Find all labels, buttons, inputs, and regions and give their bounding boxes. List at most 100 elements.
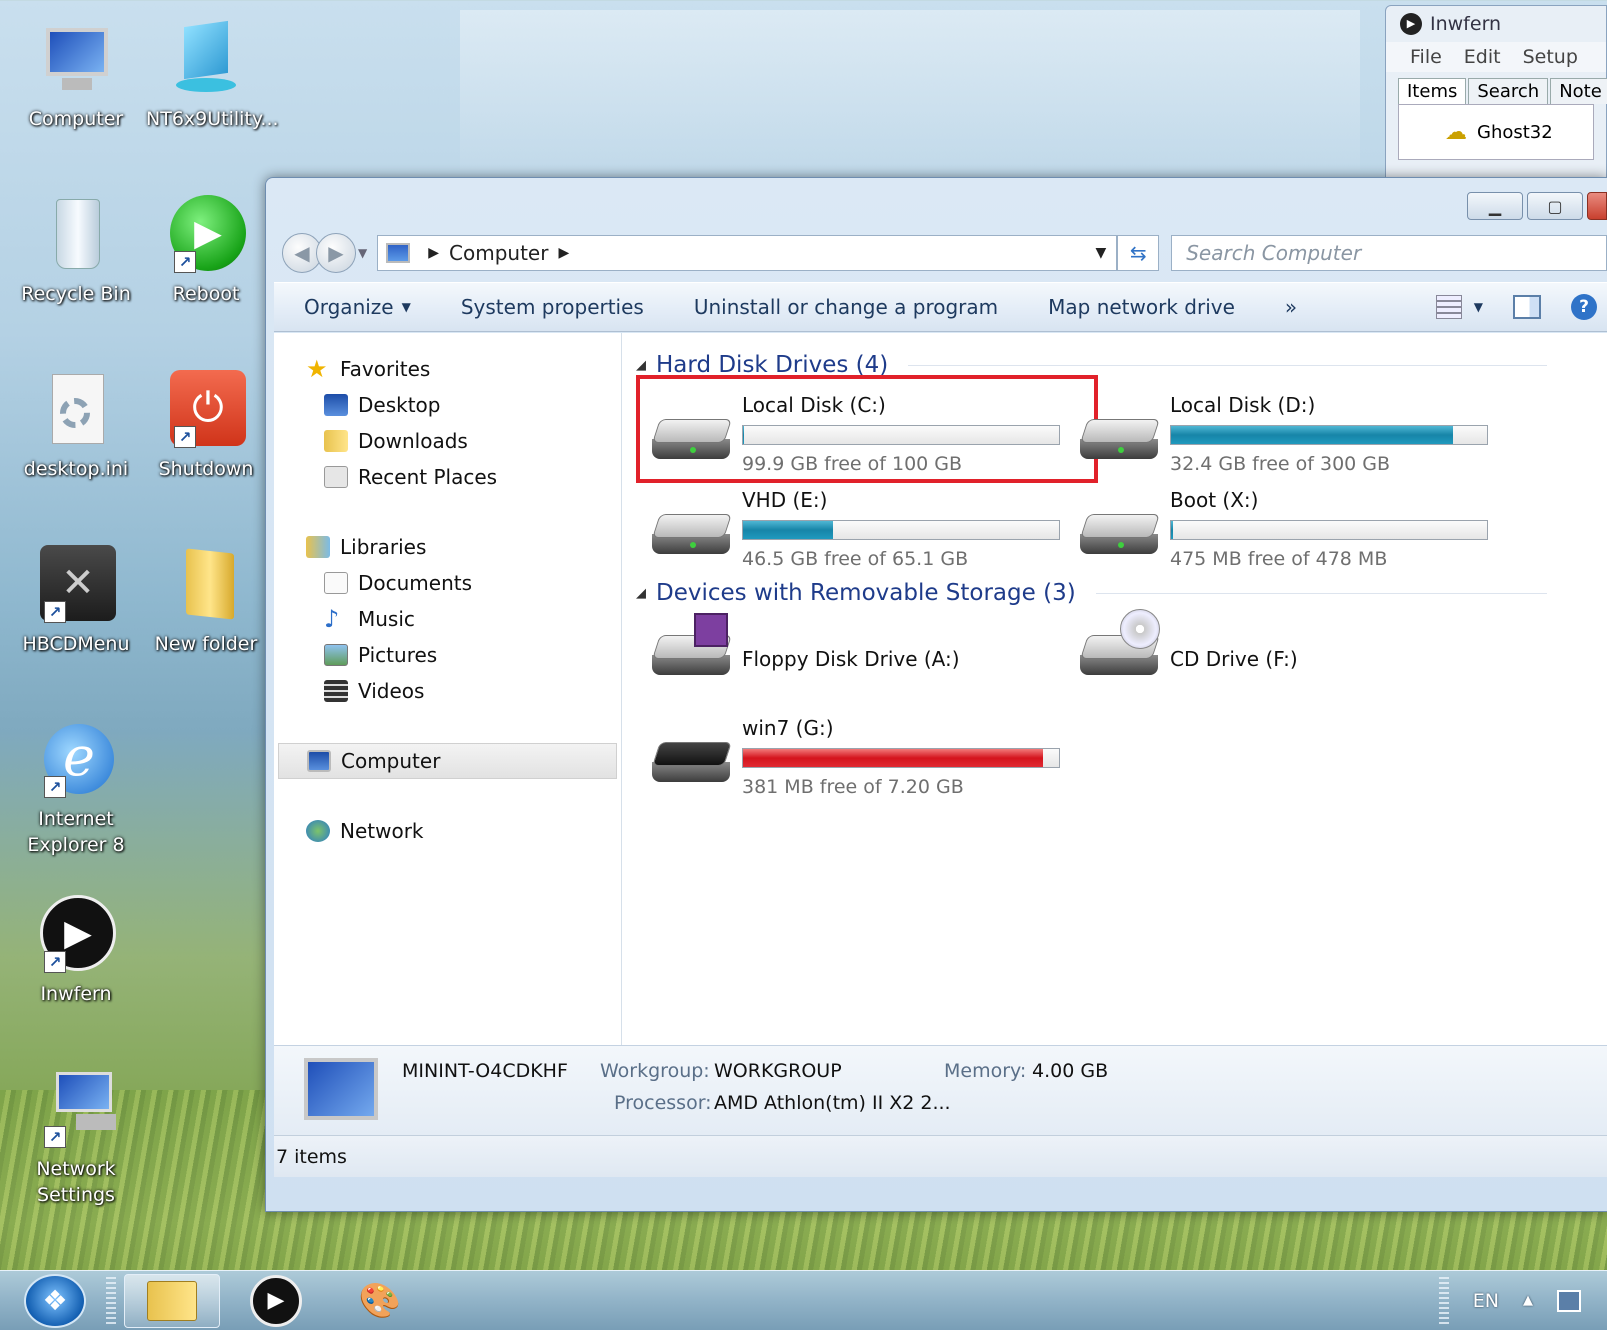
desktop-icon-reboot[interactable]: ▶ ↗ Reboot bbox=[146, 195, 266, 307]
nav-music[interactable]: ♪ Music bbox=[274, 601, 621, 637]
taskbar-explorer-button[interactable] bbox=[124, 1273, 220, 1328]
more-commands-button[interactable]: » bbox=[1255, 295, 1317, 319]
desktop-icon-shutdown[interactable]: ⏻ ↗ Shutdown bbox=[146, 370, 266, 482]
drive-free-space: 475 MB free of 478 MB bbox=[1170, 548, 1388, 570]
start-button[interactable]: ❖ bbox=[24, 1273, 86, 1328]
play-icon: ▶ bbox=[1400, 13, 1422, 35]
nav-libraries[interactable]: Libraries bbox=[274, 529, 621, 565]
desktop-icon-label: HBCDMenu bbox=[22, 633, 130, 655]
taskbar-grip[interactable] bbox=[106, 1276, 116, 1325]
show-hidden-icons-icon[interactable]: ▲ bbox=[1523, 1293, 1533, 1308]
minimize-icon: ▁ bbox=[1488, 196, 1502, 216]
nav-documents[interactable]: Documents bbox=[274, 565, 621, 601]
map-network-drive-button[interactable]: Map network drive bbox=[1018, 295, 1255, 319]
desktop-icon-nt6x9utility[interactable]: NT6x9Utility... bbox=[146, 20, 279, 132]
hard-drive-icon bbox=[652, 419, 732, 467]
nav-downloads[interactable]: Downloads bbox=[274, 423, 621, 459]
minimize-button[interactable]: ▁ bbox=[1467, 192, 1523, 220]
computer-icon bbox=[36, 20, 116, 100]
forward-button[interactable]: ▶ bbox=[316, 233, 356, 273]
inwfern-tab-items[interactable]: Items bbox=[1398, 78, 1467, 104]
windows-logo-icon: ❖ bbox=[42, 1284, 68, 1317]
drive-usage-bar bbox=[742, 425, 1060, 445]
search-input[interactable]: Search Computer bbox=[1171, 235, 1607, 271]
desktop-icon-label: Recycle Bin bbox=[21, 283, 131, 305]
drive-free-space: 46.5 GB free of 65.1 GB bbox=[742, 548, 969, 570]
system-tray: EN ▲ bbox=[1438, 1276, 1607, 1325]
nav-label: Network bbox=[340, 819, 424, 843]
nav-desktop[interactable]: Desktop bbox=[274, 387, 621, 423]
desktop-icon-computer[interactable]: Computer bbox=[16, 20, 136, 132]
inwfern-menu-edit[interactable]: Edit bbox=[1464, 46, 1501, 68]
refresh-button[interactable]: ⇆ bbox=[1117, 235, 1160, 271]
desktop-icon-internet-explorer[interactable]: e ↗ Internet Explorer 8 bbox=[16, 720, 136, 858]
nav-videos[interactable]: Videos bbox=[274, 673, 621, 709]
desktop-icon-hbcdmenu[interactable]: ✕ ↗ HBCDMenu bbox=[16, 545, 136, 657]
shortcut-arrow-icon: ↗ bbox=[174, 426, 196, 448]
hard-drive-icon bbox=[652, 514, 732, 562]
paint-palette-icon: 🎨 bbox=[358, 1280, 402, 1321]
change-view-button[interactable]: ▼ bbox=[1435, 295, 1483, 319]
desktop-icon-recycle-bin[interactable]: Recycle Bin bbox=[16, 195, 136, 307]
collapse-triangle-icon[interactable]: ◢ bbox=[636, 358, 646, 373]
help-icon[interactable]: ? bbox=[1571, 294, 1597, 320]
nav-pictures[interactable]: Pictures bbox=[274, 637, 621, 673]
play-icon: ▶ bbox=[250, 1274, 302, 1327]
desktop-icon-inwfern[interactable]: ▶ ↗ Inwfern bbox=[16, 895, 136, 1007]
system-properties-button[interactable]: System properties bbox=[431, 295, 664, 319]
network-status-icon[interactable] bbox=[1557, 1289, 1581, 1312]
explorer-window[interactable]: ▁ ▢ ◀ ▶ ▼ ▶ Computer ▶ ▼ ⇆ Search Comput… bbox=[265, 177, 1607, 1212]
inwfern-tab-note[interactable]: Note bbox=[1550, 78, 1607, 104]
taskbar-paint-button[interactable]: 🎨 bbox=[332, 1274, 428, 1328]
uninstall-program-button[interactable]: Uninstall or change a program bbox=[664, 295, 1018, 319]
inwfern-item-ghost32[interactable]: Ghost32 bbox=[1477, 122, 1553, 143]
desktop-icon-network-settings[interactable]: ↗ Network Settings bbox=[16, 1070, 136, 1208]
drive-d[interactable]: Local Disk (D:) 32.4 GB free of 300 GB bbox=[1080, 383, 1508, 478]
address-bar[interactable]: ▶ Computer ▶ ▼ bbox=[377, 235, 1118, 271]
drive-g[interactable]: win7 (G:) 381 MB free of 7.20 GB bbox=[652, 706, 1080, 801]
desktop-icon-new-folder[interactable]: New folder bbox=[146, 545, 266, 657]
computer-icon bbox=[307, 750, 331, 772]
collapse-triangle-icon[interactable]: ◢ bbox=[636, 586, 646, 601]
taskbar-inwfern-button[interactable]: ▶ bbox=[228, 1274, 324, 1328]
address-dropdown-icon[interactable]: ▼ bbox=[1095, 245, 1106, 261]
desktop-icon-label: Computer bbox=[28, 108, 124, 130]
refresh-icon: ⇆ bbox=[1129, 241, 1147, 265]
drive-e[interactable]: VHD (E:) 46.5 GB free of 65.1 GB bbox=[652, 478, 1080, 573]
inwfern-menu-setup[interactable]: Setup bbox=[1523, 46, 1578, 68]
inwfern-menu-file[interactable]: File bbox=[1410, 46, 1442, 68]
nav-recent-places[interactable]: Recent Places bbox=[274, 459, 621, 495]
breadcrumb-separator-icon[interactable]: ▶ bbox=[558, 245, 569, 261]
preview-pane-icon[interactable] bbox=[1513, 295, 1541, 319]
status-bar: 7 items bbox=[274, 1135, 1607, 1177]
nav-network[interactable]: Network bbox=[274, 813, 621, 849]
drive-usage-bar bbox=[742, 520, 1060, 540]
nav-computer[interactable]: Computer bbox=[278, 743, 617, 779]
organize-button[interactable]: Organize ▼ bbox=[274, 295, 431, 319]
star-icon: ★ bbox=[306, 355, 328, 383]
inwfern-tab-search[interactable]: Search bbox=[1468, 78, 1549, 104]
drive-x[interactable]: Boot (X:) 475 MB free of 478 MB bbox=[1080, 478, 1508, 573]
shortcut-arrow-icon: ↗ bbox=[44, 601, 66, 623]
drive-name: Boot (X:) bbox=[1170, 488, 1259, 512]
breadcrumb-separator-icon[interactable]: ▶ bbox=[428, 245, 439, 261]
group-header-removable-storage[interactable]: ◢ Devices with Removable Storage (3) bbox=[636, 575, 1607, 611]
maximize-button[interactable]: ▢ bbox=[1527, 192, 1583, 220]
desktop-icon-desktop-ini[interactable]: desktop.ini bbox=[16, 370, 136, 482]
floppy-drive-icon bbox=[652, 612, 732, 683]
language-indicator[interactable]: EN bbox=[1473, 1290, 1499, 1312]
explorer-content: ★ Favorites Desktop Downloads Recent Plac… bbox=[274, 333, 1607, 1045]
close-button[interactable] bbox=[1587, 192, 1607, 220]
breadcrumb-computer[interactable]: Computer bbox=[449, 241, 548, 265]
chevron-down-icon: ▼ bbox=[401, 300, 411, 314]
nav-favorites[interactable]: ★ Favorites bbox=[274, 351, 621, 387]
drive-floppy-a[interactable]: Floppy Disk Drive (A:) bbox=[652, 611, 1080, 706]
drive-c[interactable]: Local Disk (C:) 99.9 GB free of 100 GB bbox=[636, 375, 1098, 483]
drive-cd-f[interactable]: CD Drive (F:) bbox=[1080, 608, 1508, 706]
processor-value: AMD Athlon(tm) II X2 2... bbox=[714, 1092, 951, 1114]
recent-pages-dropdown-icon[interactable]: ▼ bbox=[358, 246, 367, 260]
tools-icon: ✕ ↗ bbox=[36, 545, 116, 625]
downloads-icon bbox=[324, 430, 348, 452]
tray-grip[interactable] bbox=[1438, 1276, 1449, 1325]
inwfern-window[interactable]: ▶ Inwfern File Edit Setup Items Search N… bbox=[1385, 5, 1607, 185]
